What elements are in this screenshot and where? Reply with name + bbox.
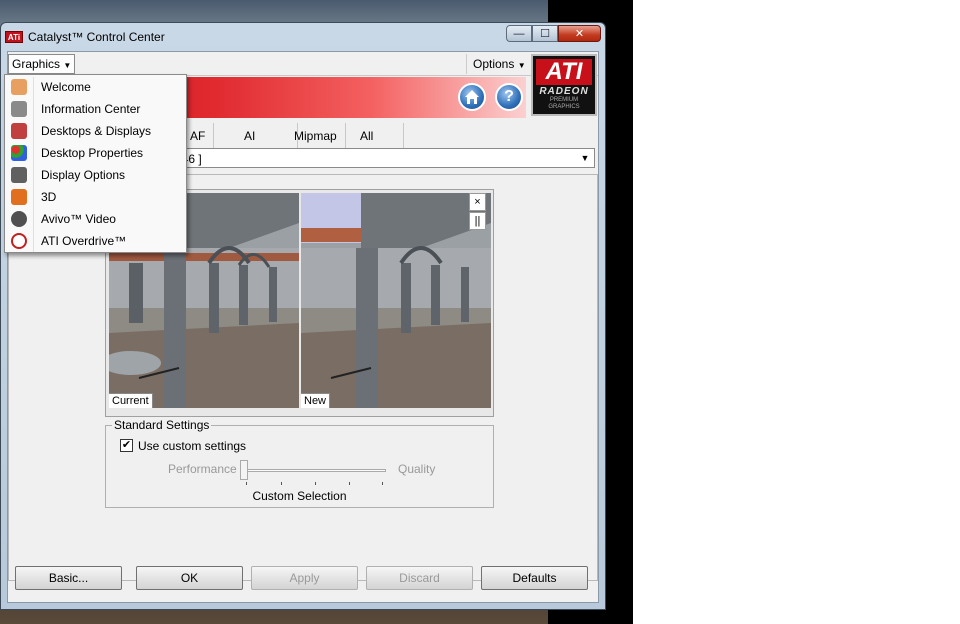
- color-dots-icon: [11, 145, 27, 161]
- minimize-button[interactable]: —: [506, 25, 532, 42]
- basic-button[interactable]: Basic...: [15, 566, 122, 590]
- menu-item-label: Welcome: [41, 80, 91, 94]
- ati-radeon-logo: ATI RADEON PREMIUM GRAPHICS: [531, 54, 597, 116]
- options-menu-button[interactable]: Options ▼: [466, 54, 532, 74]
- chevron-down-icon: ▼: [63, 61, 72, 70]
- close-button[interactable]: ✕: [558, 25, 601, 42]
- preview-pause-button[interactable]: ||: [469, 212, 486, 230]
- display-options-icon: [11, 167, 27, 183]
- menu-item-3d[interactable]: 3D: [5, 186, 186, 208]
- custom-selection-label: Custom Selection: [252, 489, 347, 503]
- tab-mipmap[interactable]: Mipmap: [286, 123, 346, 149]
- slider-tick: [315, 482, 316, 485]
- logo-brand: ATI: [536, 59, 592, 85]
- apply-button[interactable]: Apply: [251, 566, 358, 590]
- displays-icon: [11, 123, 27, 139]
- chevron-down-icon: ▼: [517, 61, 526, 70]
- menu-bar: Graphics ▼ Options ▼: [8, 52, 598, 76]
- menu-item-label: Avivo™ Video: [41, 212, 116, 226]
- performance-label: Performance: [168, 462, 237, 476]
- graphics-menu-label: Graphics: [12, 57, 61, 71]
- menu-item-label: Display Options: [41, 168, 126, 182]
- gauge-icon: [11, 233, 27, 249]
- menu-item-label: ATI Overdrive™: [41, 234, 127, 248]
- defaults-button[interactable]: Defaults: [481, 566, 588, 590]
- new-label: New: [301, 393, 331, 408]
- info-center-icon: [11, 101, 27, 117]
- courtyard-scene-new: [301, 193, 491, 408]
- video-reel-icon: [11, 211, 27, 227]
- menu-item-ati-overdrive[interactable]: ATI Overdrive™: [5, 230, 186, 252]
- menu-item-information-center[interactable]: Information Center: [5, 98, 186, 120]
- slider-tick: [246, 482, 247, 485]
- options-menu-label: Options: [473, 57, 515, 71]
- help-icon: ?: [504, 88, 514, 105]
- slider-tick: [382, 482, 383, 485]
- window-controls: — ☐ ✕: [506, 25, 601, 42]
- menu-item-desktops-displays[interactable]: Desktops & Displays: [5, 120, 186, 142]
- tab-all[interactable]: All: [352, 123, 405, 149]
- standard-settings-legend: Standard Settings: [112, 418, 212, 432]
- slider-tick: [349, 482, 350, 485]
- quality-slider-track[interactable]: [244, 469, 386, 472]
- menu-item-label: Desktops & Displays: [41, 124, 152, 138]
- menu-item-desktop-properties[interactable]: Desktop Properties: [5, 142, 186, 164]
- use-custom-settings-checkbox[interactable]: ✔: [120, 439, 133, 452]
- menu-item-label: Information Center: [41, 102, 141, 116]
- standard-settings-group: Standard Settings ✔ Use custom settings …: [105, 418, 494, 508]
- menu-item-display-options[interactable]: Display Options: [5, 164, 186, 186]
- menu-item-label: Desktop Properties: [41, 146, 144, 160]
- graphics-dropdown-menu: Welcome Information Center Desktops & Di…: [4, 74, 187, 253]
- current-label: Current: [109, 393, 153, 408]
- logo-tagline-2: GRAPHICS: [548, 104, 580, 110]
- title-bar[interactable]: ATi Catalyst™ Control Center — ☐ ✕: [1, 23, 605, 51]
- help-button[interactable]: ?: [495, 83, 523, 111]
- quality-slider-thumb[interactable]: [240, 460, 248, 480]
- 3d-icon: [11, 189, 27, 205]
- menu-item-avivo-video[interactable]: Avivo™ Video: [5, 208, 186, 230]
- quality-label: Quality: [398, 462, 436, 476]
- slider-tick: [281, 482, 282, 485]
- ok-button[interactable]: OK: [136, 566, 243, 590]
- home-button[interactable]: [458, 83, 486, 111]
- use-custom-settings-label[interactable]: Use custom settings: [138, 439, 246, 453]
- graphics-menu-button[interactable]: Graphics ▼: [8, 54, 76, 74]
- preview-close-button[interactable]: ×: [469, 193, 486, 211]
- home-icon: [465, 90, 479, 104]
- menu-item-label: 3D: [41, 190, 57, 204]
- dialog-buttons: Basic... OK Apply Discard Defaults: [7, 566, 599, 591]
- window-title: Catalyst™ Control Center: [28, 30, 165, 44]
- discard-button[interactable]: Discard: [366, 566, 473, 590]
- logo-product: RADEON: [539, 86, 589, 97]
- chevron-down-icon[interactable]: ▼: [578, 151, 592, 165]
- logo-tagline-1: PREMIUM: [549, 97, 579, 103]
- hand-icon: [11, 79, 27, 95]
- ati-app-icon: ATi: [5, 31, 23, 43]
- new-preview: New: [301, 193, 491, 408]
- menu-item-welcome[interactable]: Welcome: [5, 76, 186, 98]
- maximize-button[interactable]: ☐: [532, 25, 558, 42]
